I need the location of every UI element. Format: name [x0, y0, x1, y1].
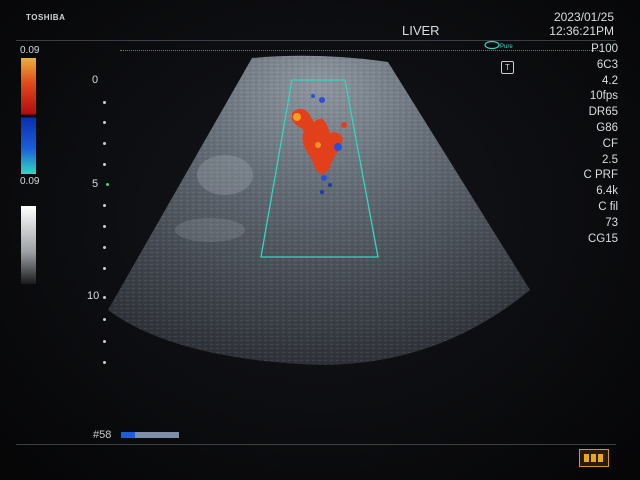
parameter-panel: P100 6C3 4.2 10fps DR65 G86 CF 2.5 C PRF… — [548, 42, 619, 247]
battery-status-icon — [579, 449, 609, 467]
depth-label-0: 0 — [92, 74, 99, 86]
param-frequency: 4.2 — [602, 74, 618, 87]
param-gain: G86 — [596, 121, 618, 134]
param-filter-value: 73 — [605, 216, 618, 229]
ultrasound-image — [108, 55, 530, 365]
depth-label-10: 10 — [87, 290, 100, 302]
thi-mode-icon: T — [501, 61, 514, 74]
depth-label-5: 5 — [92, 178, 99, 190]
param-prf-label: C PRF — [583, 169, 619, 182]
param-color-gain: CG15 — [587, 232, 618, 245]
param-prf-value: 6.4k — [596, 185, 618, 198]
focus-marker-icon — [106, 183, 109, 186]
bottom-divider — [16, 444, 616, 445]
param-filter-label: C fil — [598, 200, 618, 213]
param-frame-rate: 10fps — [589, 90, 618, 103]
param-cf-frequency: 2.5 — [602, 153, 618, 166]
param-power: P100 — [591, 43, 618, 55]
param-probe: 6C3 — [596, 58, 618, 71]
frame-number: #58 — [93, 429, 112, 441]
svg-text:Pure: Pure — [500, 44, 513, 50]
param-cf-label: CF — [602, 137, 618, 150]
sector-scan — [108, 55, 530, 365]
cine-position-indicator — [121, 432, 135, 438]
param-dynamic-range: DR65 — [588, 106, 618, 119]
ultrasound-screen: TOSHIBA LIVER 2023/01/25 12:36:21PM 0.09… — [0, 0, 640, 480]
probe-orientation-icon: Pure — [484, 40, 513, 50]
